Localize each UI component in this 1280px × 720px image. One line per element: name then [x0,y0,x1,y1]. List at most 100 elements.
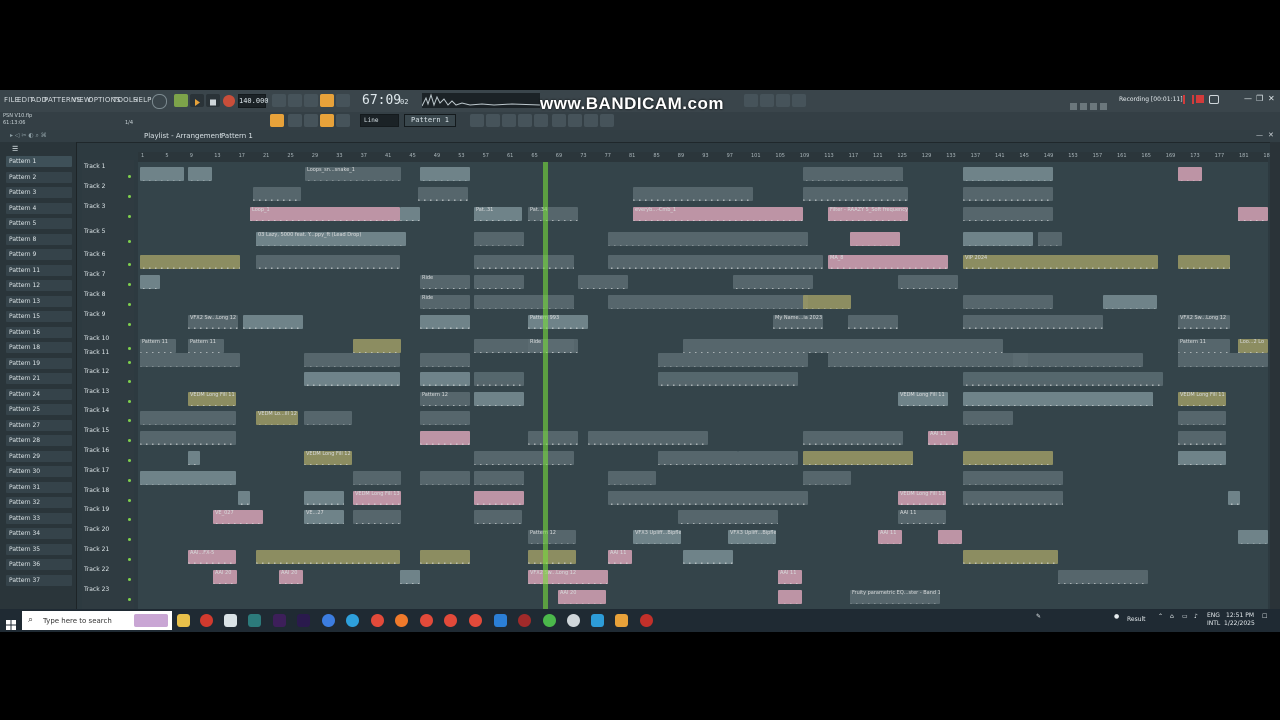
pattern-item[interactable]: Pattern 13 [6,295,72,307]
playlist-clip[interactable]: everyb...-Cmb_1 [633,207,803,221]
countdown-icon[interactable] [304,94,318,107]
playlist-clip[interactable] [420,431,470,445]
track-mute-led[interactable] [128,598,131,601]
brush-icon[interactable] [320,114,334,127]
track-label[interactable]: Track 20 [84,526,109,533]
playlist-clip[interactable]: AAI 20 [558,590,606,604]
playlist-clip[interactable] [304,372,400,386]
playlist-clip[interactable] [420,315,470,329]
pattern-item[interactable]: Pattern 4 [6,202,72,214]
playlist-clip[interactable]: Filter - RAAZY 5_Soft frequency [828,207,908,221]
track-mute-led[interactable] [128,263,131,266]
minimize-icon[interactable]: — [1244,94,1252,103]
chrome3-icon[interactable] [444,614,457,627]
piano-roll-icon[interactable] [486,114,500,127]
track-mute-led[interactable] [128,347,131,350]
pattern-item[interactable]: Pattern 31 [6,481,72,493]
playlist-clip[interactable]: VEDM Long Fill 11 [1178,392,1226,406]
playlist-clip[interactable]: VEDM Long Fill 13 [353,491,401,505]
playlist-clip[interactable]: AAI 11 [778,570,802,584]
track-mute-led[interactable] [128,558,131,561]
pause-recording-icon[interactable] [1183,95,1194,104]
track-mute-led[interactable] [128,400,131,403]
tempo-tap-icon[interactable] [568,114,582,127]
playlist-clip[interactable]: AAI...FX-5 [188,550,236,564]
playlist-clip[interactable] [188,167,212,181]
playlist-clip[interactable] [678,510,778,524]
playlist-clip[interactable] [304,411,352,425]
track-label[interactable]: Track 6 [84,251,105,258]
chrome-icon[interactable] [371,614,384,627]
playlist-snap-icon[interactable] [270,114,284,127]
pattern-item[interactable]: Pattern 36 [6,559,72,570]
playlist-clip[interactable] [803,471,851,485]
track-mute-led[interactable] [128,538,131,541]
playlist-clip[interactable] [963,187,1053,201]
tray-battery-icon[interactable]: ▭ [1182,613,1188,620]
tray-chevron-icon[interactable]: ⌃ [1158,613,1163,620]
tray-app-icon[interactable]: ● [1114,613,1119,620]
playlist-clip[interactable] [474,295,574,309]
playlist-clip[interactable]: VFX2 Sw...Long 12 [188,315,238,329]
playlist-clip[interactable]: VEDM Long Fill 11 [898,392,948,406]
playlist-close-icon[interactable]: ✕ [1268,131,1274,139]
track-mute-led[interactable] [128,479,131,482]
playlist-clip[interactable]: My Name...ia 2023 [773,315,823,329]
playlist-clip[interactable] [963,295,1053,309]
track-mute-led[interactable] [128,419,131,422]
playlist-clip[interactable]: Pat..31 [474,207,522,221]
playlist-clip[interactable] [658,451,738,465]
track-mute-led[interactable] [128,323,131,326]
track-mute-led[interactable] [128,283,131,286]
play-button[interactable] [190,94,204,107]
pattern-item[interactable]: Pattern 28 [6,435,72,446]
channel-rack-icon[interactable] [760,94,774,107]
tray-result-label[interactable]: Result [1127,616,1146,623]
playlist-minimize-icon[interactable]: — [1256,131,1263,139]
notification-icon[interactable]: ☐ [1262,613,1267,620]
track-mute-led[interactable] [128,518,131,521]
playlist-clip[interactable] [304,491,344,505]
playlist-clip[interactable]: VEDM Long Fill 11 [188,392,236,406]
camera-icon[interactable] [1209,95,1219,104]
track-label[interactable]: Track 16 [84,447,109,454]
playlist-clip[interactable] [140,411,236,425]
playlist-clip[interactable] [633,187,753,201]
playlist-clip[interactable]: VEDM Long Fill 13 [898,491,946,505]
playhead[interactable] [543,162,548,609]
playlist-clip[interactable] [528,550,576,564]
playlist-clip[interactable] [420,471,470,485]
playlist-clip[interactable]: AAI 11 [878,530,902,544]
playlist-clip[interactable] [188,451,200,465]
arrow-icon[interactable] [288,114,302,127]
playlist-clip[interactable] [256,550,400,564]
playlist-clip[interactable]: Pattern 11 [188,339,224,353]
track-label[interactable]: Track 9 [84,311,105,318]
playlist-clip[interactable]: Pattern 12 [528,530,576,544]
track-label[interactable]: Track 17 [84,467,109,474]
playlist-clip[interactable] [578,275,628,289]
playlist-clip[interactable] [608,255,823,269]
track-label[interactable]: Track 11 [84,349,109,356]
snap-select[interactable]: Line [360,114,399,127]
loop-record-icon[interactable] [336,94,350,107]
playlist-clip[interactable]: VFX2 Sw...Long 12 [1178,315,1230,329]
track-label[interactable]: Track 22 [84,566,109,573]
pattern-item[interactable]: Pattern 27 [6,419,72,431]
playlist-clip[interactable] [683,550,733,564]
playlist-clip[interactable]: Pat..34 [528,207,578,221]
pattern-item[interactable]: Pattern 8 [6,233,72,245]
playlist-clip[interactable] [474,510,522,524]
playlist-clip[interactable]: Ride [420,295,470,309]
tray-clock-time[interactable]: 12:51 PM [1226,612,1254,619]
playlist-clip[interactable]: AAI 11 [608,550,632,564]
pattern-item[interactable]: Pattern 15 [6,311,72,322]
playlist-clip[interactable] [608,491,808,505]
app2-icon[interactable] [322,614,335,627]
vertical-scrollbar[interactable] [1270,142,1280,609]
playlist-clip[interactable] [963,392,1153,406]
playlist-clip[interactable] [140,431,236,445]
track-label[interactable]: Track 3 [84,203,105,210]
playlist-clip[interactable] [1178,255,1230,269]
playlist-clip[interactable]: AAI 11 [928,431,958,445]
